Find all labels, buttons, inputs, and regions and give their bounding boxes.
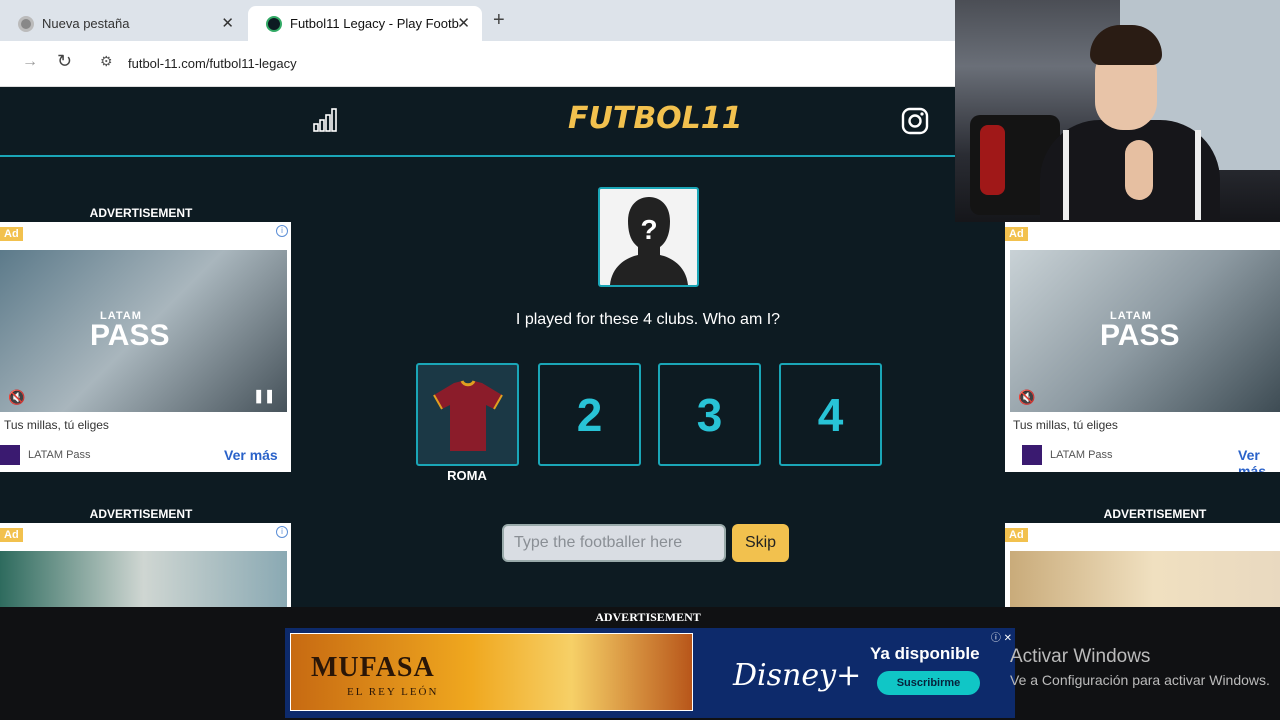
skip-button[interactable]: Skip <box>732 524 789 562</box>
club-slot-number: 4 <box>817 388 844 441</box>
clue-question: I played for these 4 clubs. Who am I? <box>515 311 781 328</box>
jersey-icon <box>432 379 503 451</box>
new-tab-plus-icon[interactable]: + <box>493 9 505 32</box>
activate-title: Activar Windows <box>1010 646 1151 667</box>
mufasa-artwork[interactable]: MUFASA EL REY LEÓN <box>290 633 693 711</box>
ad-brand-big: PASS <box>1100 319 1180 352</box>
latam-logo-icon <box>1022 445 1042 465</box>
latam-pass-logo: LATAM PASS <box>90 310 170 352</box>
stats-bar-chart-icon[interactable] <box>312 107 340 133</box>
ad-advertiser: LATAM Pass <box>1022 445 1113 465</box>
ad-card-left-bottom[interactable]: Ad i <box>0 523 291 607</box>
ad-card-left-top[interactable]: Ad i LATAM PASS 🔇 ❚❚ Tus millas, tú elig… <box>0 222 291 472</box>
screen: Nueva pestaña ✕ Futbol11 Legacy - Play F… <box>0 0 1280 720</box>
instagram-icon[interactable] <box>901 107 929 135</box>
ad-advertiser: LATAM Pass <box>0 445 91 465</box>
ad-video[interactable]: LATAM PASS 🔇 <box>1010 250 1280 412</box>
advertisement-label: ADVERTISEMENT <box>1103 507 1207 521</box>
gaming-chair-accent <box>980 125 1005 195</box>
tab-new-tab[interactable]: Nueva pestaña ✕ <box>0 6 246 41</box>
jacket-stripe <box>1195 130 1201 220</box>
ad-info-icon[interactable]: i <box>276 526 288 538</box>
webcam-overlay <box>955 0 1280 222</box>
ad-badge: Ad <box>1005 227 1028 241</box>
close-icon[interactable]: ✕ <box>221 14 234 32</box>
ad-badge: Ad <box>0 528 23 542</box>
chrome-icon <box>18 15 34 32</box>
streamer-hair <box>1090 25 1162 65</box>
close-icon[interactable]: ✕ <box>457 14 470 32</box>
banner-title: MUFASA <box>311 652 435 683</box>
ad-caption: Tus millas, tú eliges <box>1013 418 1118 432</box>
jacket-stripe <box>1063 130 1069 220</box>
club-name-label: ROMA <box>447 468 487 483</box>
banner-availability: Ya disponible <box>870 644 980 663</box>
windows-activation-watermark: Activar Windows Ve a Configuración para … <box>1010 646 1270 688</box>
club-slot-number: 2 <box>576 388 603 441</box>
ad-cta-link[interactable]: Ver más <box>224 447 278 463</box>
pause-icon[interactable]: ❚❚ <box>253 388 275 404</box>
ad-image[interactable] <box>1010 551 1280 607</box>
club-slot-1 <box>416 363 519 466</box>
site-header: FUTBOL11 <box>0 87 955 157</box>
close-icon[interactable]: ⓘ ✕ <box>991 629 1012 644</box>
club-slot-4: 4 <box>779 363 882 466</box>
ad-advertiser-name: LATAM Pass <box>1050 449 1113 461</box>
latam-pass-logo: LATAM PASS <box>1100 310 1180 352</box>
mystery-silhouette-icon: ? <box>610 197 688 285</box>
browser-tabbar: Nueva pestaña ✕ Futbol11 Legacy - Play F… <box>0 0 955 41</box>
site-settings-icon[interactable]: ⚙ <box>100 53 113 70</box>
club-slot-2: 2 <box>538 363 641 466</box>
mystery-player-avatar: ? <box>598 187 699 287</box>
club-slot-3: 3 <box>658 363 761 466</box>
url-field[interactable]: futbol-11.com/futbol11-legacy <box>128 56 297 71</box>
subscribe-button[interactable]: Suscribirme <box>877 671 980 695</box>
banner-subtitle: EL REY LEÓN <box>347 686 439 698</box>
advertisement-label: ADVERTISEMENT <box>89 206 193 220</box>
ad-info-icon[interactable]: i <box>276 225 288 237</box>
club-slot-number: 3 <box>696 388 723 441</box>
activate-subtitle: Ve a Configuración para activar Windows. <box>1010 672 1270 688</box>
ad-cta-link[interactable]: Ver más <box>1238 447 1280 472</box>
futbol11-logo[interactable]: FUTBOL11 <box>568 101 743 136</box>
mute-icon[interactable]: 🔇 <box>8 389 25 406</box>
ad-video[interactable]: LATAM PASS 🔇 ❚❚ <box>0 250 287 412</box>
ad-advertiser-name: LATAM Pass <box>28 449 91 461</box>
svg-text:?: ? <box>640 214 657 245</box>
advertisement-label: ADVERTISEMENT <box>595 610 701 624</box>
advertisement-label: ADVERTISEMENT <box>89 507 193 521</box>
address-bar: → ↻ ⚙ futbol-11.com/futbol11-legacy <box>0 41 955 87</box>
mufasa-disney-banner-ad[interactable]: MUFASA EL REY LEÓN Disney+ Ya disponible… <box>285 628 1015 718</box>
disney-plus-logo: Disney+ <box>733 658 862 693</box>
ad-caption: Tus millas, tú eliges <box>4 418 109 432</box>
reload-icon[interactable]: ↻ <box>57 51 72 72</box>
ad-card-right-top[interactable]: Ad LATAM PASS 🔇 Tus millas, tú eliges LA… <box>1005 222 1280 472</box>
footballer-guess-input[interactable] <box>502 524 726 562</box>
futbol11-favicon-icon <box>266 15 282 32</box>
latam-logo-icon <box>0 445 20 465</box>
ad-image[interactable] <box>0 551 287 607</box>
ad-badge: Ad <box>0 227 23 241</box>
ad-badge: Ad <box>1005 528 1028 542</box>
tab-futbol11[interactable]: Futbol11 Legacy - Play Football ✕ <box>248 6 482 41</box>
streamer-hands <box>1125 140 1153 200</box>
ad-card-right-bottom[interactable]: Ad <box>1005 523 1280 607</box>
ad-brand-big: PASS <box>90 319 170 352</box>
forward-arrow-icon[interactable]: → <box>22 53 38 71</box>
mute-icon[interactable]: 🔇 <box>1018 389 1035 406</box>
tab-title: Futbol11 Legacy - Play Football <box>290 16 460 31</box>
tab-title: Nueva pestaña <box>42 16 130 31</box>
